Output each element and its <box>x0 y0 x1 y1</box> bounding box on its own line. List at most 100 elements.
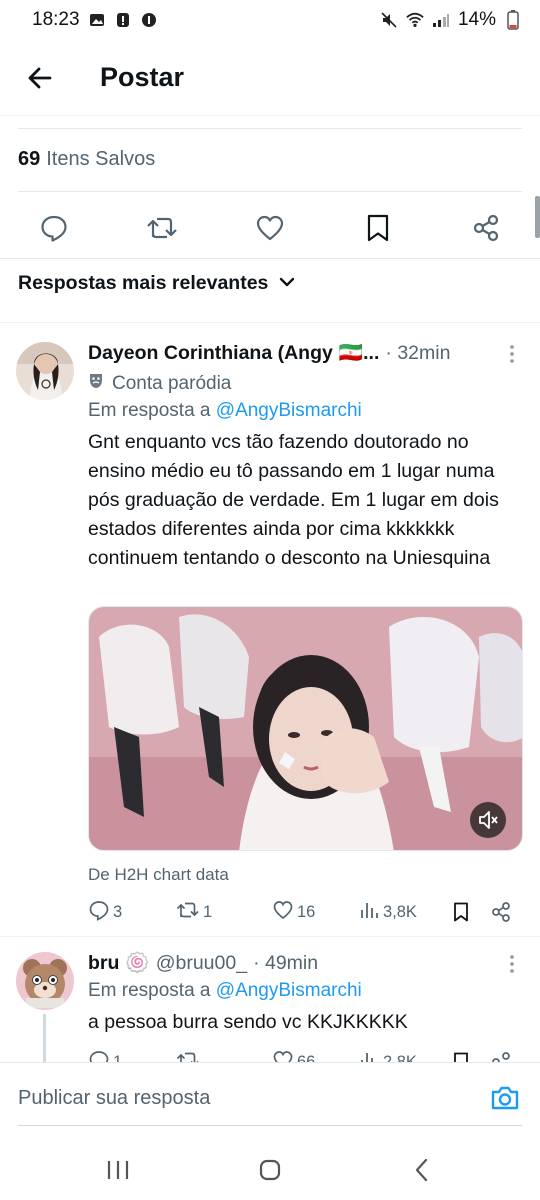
name-emoji: 🍥 <box>125 952 150 974</box>
bookmark-count-label: Itens Salvos <box>46 148 156 170</box>
reply-count: 1 <box>113 1052 123 1063</box>
views-stat[interactable]: 3,8K <box>360 898 417 926</box>
repost-stat[interactable]: 1 <box>176 898 212 926</box>
video-player[interactable] <box>88 606 523 851</box>
repost-icon[interactable] <box>142 208 182 248</box>
divider <box>0 258 540 259</box>
theater-mask-icon <box>88 372 106 396</box>
replying-to: Em resposta a @AngyBismarchi <box>88 980 524 1006</box>
reply-icon <box>88 899 110 926</box>
reply-composer[interactable]: Publicar sua resposta <box>0 1062 540 1140</box>
repost-count: 1 <box>203 902 213 921</box>
parody-label: Conta paródia <box>88 372 524 396</box>
sort-replies-dropdown[interactable]: Respostas mais relevantes <box>18 272 296 295</box>
share-icon[interactable] <box>490 1048 512 1062</box>
battery-icon <box>504 10 522 30</box>
like-stat[interactable]: 66 <box>272 1048 315 1062</box>
more-options-icon[interactable] <box>502 342 522 366</box>
mute-status-icon <box>380 11 398 29</box>
views-count: 3,8K <box>383 902 417 921</box>
tweet-text: Gnt enquanto vcs tão fazendo doutorado n… <box>88 431 499 569</box>
avatar[interactable] <box>16 952 74 1010</box>
replying-to-prefix: Em resposta a <box>88 980 211 1001</box>
reply-stat[interactable]: 1 <box>88 1048 122 1062</box>
signal-icon <box>432 11 450 29</box>
bookmark-icon[interactable] <box>452 1048 470 1062</box>
bookmark-icon[interactable] <box>358 208 398 248</box>
tweet-body: bru 🍥 @bruu00_ · 49min Em resposta a @An… <box>88 950 524 1037</box>
page-title: Postar <box>100 62 185 92</box>
display-name[interactable]: Dayeon Corinthiana (Angy <box>88 342 333 365</box>
wifi-icon <box>406 11 424 29</box>
post-action-bar <box>0 200 540 254</box>
reply-count: 3 <box>113 902 123 921</box>
alert-icon <box>114 11 132 29</box>
replying-to-prefix: Em resposta a <box>88 400 211 421</box>
like-stat[interactable]: 16 <box>272 898 315 926</box>
status-bar: 18:23 14% <box>0 0 540 40</box>
like-count: 66 <box>297 1052 316 1063</box>
like-icon[interactable] <box>250 208 290 248</box>
reply-stat[interactable]: 3 <box>88 898 122 926</box>
tweet-stats: 1 66 2,8K <box>88 1048 518 1062</box>
replying-to: Em resposta a @AngyBismarchi <box>88 400 524 426</box>
replying-to-handle[interactable]: @AngyBismarchi <box>216 980 362 1001</box>
share-icon[interactable] <box>466 208 506 248</box>
mute-video-icon[interactable] <box>470 802 506 838</box>
sort-label: Respostas mais relevantes <box>18 272 269 294</box>
like-icon <box>272 899 294 926</box>
timestamp[interactable]: · 32min <box>385 342 450 365</box>
camera-icon[interactable] <box>488 1081 522 1115</box>
reply-input[interactable]: Publicar sua resposta <box>18 1087 210 1110</box>
replying-to-handle[interactable]: @AngyBismarchi <box>216 400 362 421</box>
reply-tweet[interactable]: Dayeon Corinthiana (Angy 🇮🇷 ... · 32min … <box>0 322 540 936</box>
share-icon[interactable] <box>490 898 512 926</box>
thread-connector <box>43 1014 46 1062</box>
avatar[interactable] <box>16 342 74 400</box>
video-thumbnail <box>89 607 522 850</box>
tweet-header: Dayeon Corinthiana (Angy 🇮🇷 ... · 32min <box>88 340 524 366</box>
like-icon <box>272 1049 294 1062</box>
bookmark-icon[interactable] <box>452 898 470 926</box>
recent-apps-icon[interactable] <box>98 1152 138 1188</box>
app-header: Postar <box>0 40 540 116</box>
flag-emoji: 🇮🇷 <box>338 342 364 364</box>
tweet-text: a pessoa burra sendo vc KKJKKKKK <box>88 1011 408 1033</box>
more-options-icon[interactable] <box>502 952 522 976</box>
views-count: 2,8K <box>383 1052 417 1063</box>
chevron-down-icon <box>278 272 296 295</box>
battery-percent: 14% <box>457 9 496 30</box>
username[interactable]: @bruu00_ <box>156 952 247 975</box>
views-chart-icon <box>360 1050 380 1062</box>
gallery-icon <box>88 11 106 29</box>
tweet-body: Dayeon Corinthiana (Angy 🇮🇷 ... · 32min … <box>88 340 524 573</box>
tweet-header: bru 🍥 @bruu00_ · 49min <box>88 950 524 976</box>
repost-icon <box>176 899 200 926</box>
media-source-label[interactable]: De H2H chart data <box>88 865 229 885</box>
status-time: 18:23 <box>32 9 80 30</box>
views-chart-icon <box>360 900 380 925</box>
system-nav-bar <box>0 1140 540 1200</box>
timestamp[interactable]: · 49min <box>253 952 318 975</box>
scrollbar-thumb[interactable] <box>535 196 540 238</box>
back-arrow-icon[interactable] <box>18 56 62 100</box>
back-nav-icon[interactable] <box>402 1152 442 1188</box>
display-name[interactable]: bru <box>88 952 119 975</box>
repost-icon <box>176 1049 200 1062</box>
reply-icon[interactable] <box>34 208 74 248</box>
bookmark-count-value: 69 <box>18 148 41 170</box>
notification-icon <box>140 11 158 29</box>
tweet-stats: 3 1 16 3,8K <box>88 898 518 926</box>
reply-icon <box>88 1049 110 1062</box>
repost-stat[interactable] <box>176 1048 200 1062</box>
reply-tweet[interactable]: bru 🍥 @bruu00_ · 49min Em resposta a @An… <box>0 936 540 1062</box>
bookmark-count[interactable]: 69 Itens Salvos <box>18 148 155 171</box>
like-count: 16 <box>297 902 316 921</box>
reply-input-underline <box>18 1125 522 1126</box>
views-stat[interactable]: 2,8K <box>360 1048 417 1062</box>
parody-text: Conta paródia <box>112 373 232 394</box>
divider <box>18 191 522 192</box>
name-ellipsis: ... <box>363 341 380 364</box>
home-icon[interactable] <box>250 1152 290 1188</box>
divider <box>18 128 522 129</box>
